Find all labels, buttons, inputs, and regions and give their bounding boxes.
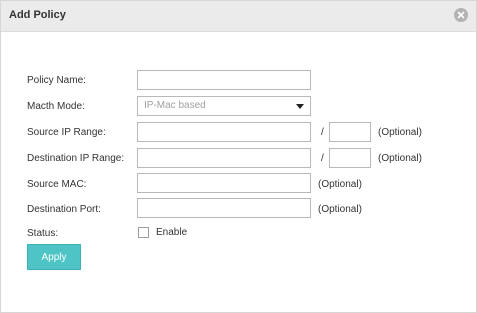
destination-ip-start-input[interactable] <box>137 148 311 168</box>
destination-ip-optional-hint: (Optional) <box>378 153 422 164</box>
close-icon[interactable] <box>454 8 468 22</box>
source-ip-range-label: Source IP Range: <box>27 127 106 138</box>
destination-port-input[interactable] <box>137 198 311 218</box>
match-mode-value: IP-Mac based <box>144 100 206 111</box>
destination-ip-range-label: Destination IP Range: <box>27 153 125 164</box>
source-ip-slash: / <box>321 127 324 138</box>
dialog-titlebar: Add Policy <box>1 1 476 32</box>
status-label: Status: <box>27 228 59 239</box>
destination-ip-mask-input[interactable] <box>329 148 371 168</box>
source-ip-optional-hint: (Optional) <box>378 127 422 138</box>
source-ip-start-input[interactable] <box>137 122 311 142</box>
source-mac-input[interactable] <box>137 173 311 193</box>
add-policy-dialog: Add Policy Policy Name: Macth Mode: IP-M… <box>0 0 477 313</box>
dialog-title: Add Policy <box>9 9 66 21</box>
status-enable-checkbox[interactable] <box>138 227 149 238</box>
policy-name-label: Policy Name: <box>27 75 86 86</box>
source-mac-optional-hint: (Optional) <box>318 179 362 190</box>
triangle-down-icon <box>296 104 304 109</box>
destination-port-optional-hint: (Optional) <box>318 204 362 215</box>
source-ip-mask-input[interactable] <box>329 122 371 142</box>
match-mode-select[interactable]: IP-Mac based <box>137 96 311 116</box>
status-enable-label[interactable]: Enable <box>156 227 187 239</box>
destination-ip-slash: / <box>321 153 324 164</box>
match-mode-label: Macth Mode: <box>27 101 85 112</box>
source-mac-label: Source MAC: <box>27 179 87 190</box>
policy-name-input[interactable] <box>137 70 311 90</box>
apply-button[interactable]: Apply <box>27 244 81 270</box>
destination-port-label: Destination Port: <box>27 204 101 215</box>
